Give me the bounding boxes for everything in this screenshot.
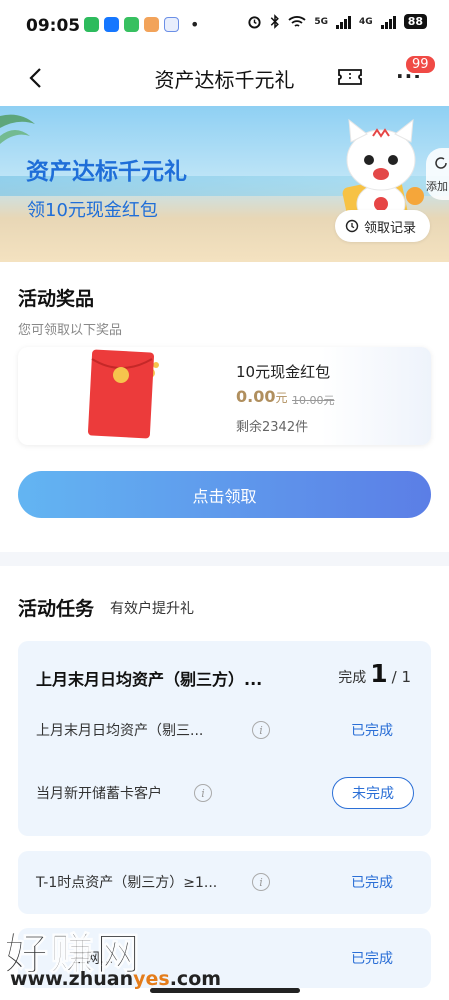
add-label: 添加 bbox=[426, 180, 448, 193]
banner-title: 资产达标千元礼 bbox=[26, 159, 187, 185]
prize-price-unit: 元 bbox=[275, 391, 288, 405]
app-icon bbox=[164, 17, 179, 32]
status-completed: 已完成 bbox=[351, 951, 393, 967]
task-row-label: 当月新开储蓄卡客户 bbox=[36, 786, 162, 802]
add-side-tab[interactable]: 添加 bbox=[426, 148, 449, 200]
nav-bar: 资产达标千元礼 ··· 99 bbox=[0, 50, 449, 106]
url-highlight: yes bbox=[133, 968, 170, 990]
signal-icon bbox=[380, 15, 396, 29]
notification-badge: 99 bbox=[404, 54, 437, 75]
url-part: www.zhuan bbox=[10, 968, 134, 990]
signal-icon bbox=[336, 15, 352, 29]
prize-card-decoration bbox=[321, 347, 431, 445]
status-completed: 已完成 bbox=[351, 723, 393, 739]
notification-icons bbox=[84, 17, 179, 32]
network-4g-label: 4G bbox=[359, 16, 373, 27]
alarm-icon bbox=[248, 16, 261, 29]
status-bar: 09:05 • 5G 4G 88 bbox=[0, 0, 449, 50]
info-icon[interactable]: i bbox=[252, 873, 270, 891]
claim-button[interactable]: 点击领取 bbox=[18, 471, 431, 518]
task-section-title: 活动任务 bbox=[18, 598, 95, 620]
status-incomplete-button[interactable]: 未完成 bbox=[332, 777, 414, 809]
task-card-title: 上月末月日均资产（剔三方）... bbox=[36, 670, 263, 689]
ticket-icon[interactable] bbox=[337, 67, 363, 87]
network-5g-label: 5G bbox=[314, 16, 329, 27]
prize-card[interactable]: 10元现金红包 0.00元 10.00元 剩余2342件 bbox=[18, 347, 431, 445]
progress-label: 完成 bbox=[338, 670, 367, 686]
status-time: 09:05 bbox=[26, 16, 81, 36]
prize-section: 活动奖品 您可领取以下奖品 10元现金红包 0.00元 10.00元 剩余234… bbox=[0, 262, 449, 552]
task-row-label: T-1时点资产（剔三方）≥1... bbox=[36, 875, 218, 891]
prize-price-value: 0.00 bbox=[236, 387, 276, 406]
task-row-label: 上月末月日均资产（剔三... bbox=[36, 723, 204, 739]
prize-section-title: 活动奖品 bbox=[18, 288, 95, 310]
home-indicator bbox=[150, 988, 300, 993]
refresh-icon bbox=[435, 157, 447, 169]
banner-subtitle: 领10元现金红包 bbox=[27, 200, 158, 221]
wifi-icon bbox=[288, 15, 306, 27]
more-notifications-dot: • bbox=[190, 15, 200, 34]
task-row: T-1时点资产（剔三方）≥1... i 已完成 bbox=[18, 866, 431, 898]
info-icon[interactable]: i bbox=[252, 721, 270, 739]
claim-record-label: 领取记录 bbox=[364, 220, 417, 236]
bluetooth-icon bbox=[271, 14, 280, 29]
task-progress: 完成 1 / 1 bbox=[338, 659, 411, 688]
task-section-subtitle: 有效户提升礼 bbox=[110, 601, 194, 617]
prize-remaining: 剩余2342件 bbox=[236, 420, 309, 435]
task-card: T-1时点资产（剔三方）≥1... i 已完成 bbox=[18, 851, 431, 914]
task-row: 当月新开储蓄卡客户 i 未完成 bbox=[18, 777, 431, 809]
task-row: 上月末月日均资产（剔三... i 已完成 bbox=[18, 714, 431, 746]
info-icon[interactable]: i bbox=[194, 784, 212, 802]
red-envelope-icon bbox=[87, 349, 159, 439]
page-title: 资产达标千元礼 bbox=[154, 68, 295, 92]
cat-app-icon bbox=[144, 17, 159, 32]
status-completed: 已完成 bbox=[351, 875, 393, 891]
history-icon bbox=[345, 219, 359, 233]
watermark-url: www.zhuanyes.com bbox=[10, 968, 221, 990]
prize-original-price: 10.00元 bbox=[292, 394, 335, 407]
progress-done: 1 bbox=[370, 659, 388, 688]
prize-name: 10元现金红包 bbox=[236, 363, 331, 381]
alipay-icon bbox=[104, 17, 119, 32]
message-icon bbox=[124, 17, 139, 32]
prize-price: 0.00元 bbox=[236, 387, 288, 406]
battery-icon: 88 bbox=[403, 14, 427, 29]
prize-section-subtitle: 您可领取以下奖品 bbox=[18, 323, 123, 338]
task-card: 上月末月日均资产（剔三方）... 完成 1 / 1 上月末月日均资产（剔三...… bbox=[18, 641, 431, 836]
claim-record-button[interactable]: 领取记录 bbox=[335, 210, 431, 242]
wechat-icon bbox=[84, 17, 99, 32]
url-part: .com bbox=[169, 968, 222, 990]
progress-total: / 1 bbox=[391, 668, 411, 686]
